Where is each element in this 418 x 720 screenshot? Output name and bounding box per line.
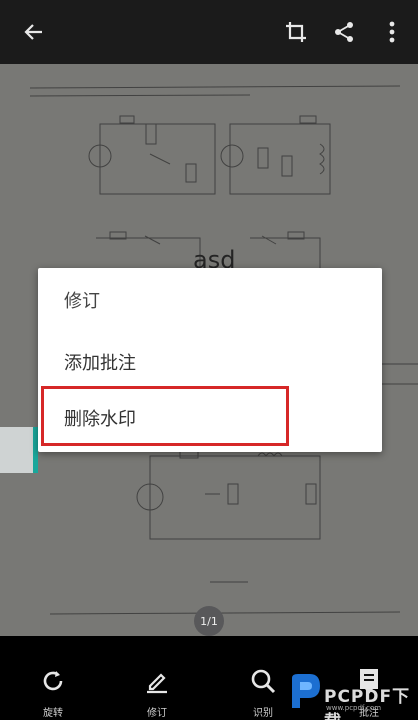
menu-item-add-annotation[interactable]: 添加批注 (38, 334, 382, 390)
site-watermark-text: PCPDF下载 (324, 687, 411, 720)
highlight-box (41, 386, 289, 446)
share-icon[interactable] (326, 14, 362, 50)
site-watermark-url: www.pcpdf.com (326, 704, 382, 712)
page-indicator: 1/1 (194, 606, 224, 636)
more-vertical-icon[interactable] (374, 14, 410, 50)
side-handle[interactable] (0, 427, 38, 473)
top-toolbar (0, 0, 418, 64)
rotate-label: 旋转 (43, 708, 63, 719)
site-watermark: PCPDF下载 www.pcpdf.com (288, 670, 418, 720)
rotate-icon (38, 666, 68, 696)
pcpdf-logo-icon (292, 674, 320, 708)
revise-label: 修订 (147, 708, 167, 719)
revise-button[interactable]: 修订 (122, 636, 192, 720)
pen-icon (142, 666, 172, 696)
rotate-button[interactable]: 旋转 (18, 636, 88, 720)
back-arrow-icon[interactable] (16, 14, 52, 50)
crop-icon[interactable] (278, 14, 314, 50)
recognize-icon (248, 666, 278, 696)
recognize-label: 识别 (253, 708, 273, 719)
menu-item-revise[interactable]: 修订 (38, 272, 382, 328)
